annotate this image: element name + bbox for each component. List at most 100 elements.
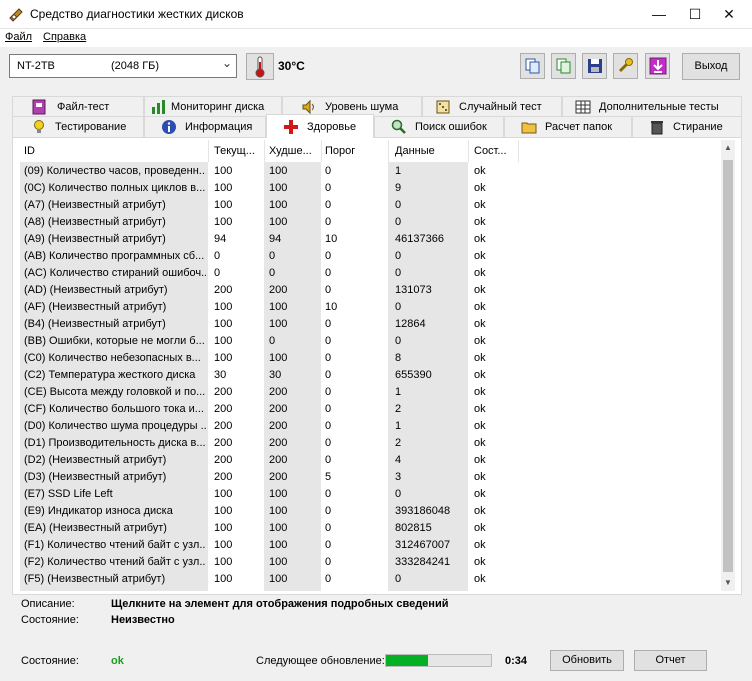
header-separator[interactable]: [468, 140, 469, 162]
cell-threshold: 0: [325, 352, 332, 364]
tab-file-test[interactable]: Файл-тест: [12, 96, 144, 117]
table-row[interactable]: (F2) Количество чтений байт с узл... 100 1…: [20, 554, 720, 571]
cell-status: ok: [474, 199, 486, 211]
cell-id: (D0) Количество шума процедуры ...: [24, 420, 206, 432]
tab-information[interactable]: Информация: [144, 116, 266, 137]
table-row[interactable]: (AD) (Неизвестный атрибут) 200 200 0 131073 o…: [20, 282, 720, 299]
tab-random-test[interactable]: Случайный тест: [422, 96, 562, 117]
cell-data: 8: [395, 352, 402, 364]
tab-label: Тестирование: [55, 121, 127, 133]
temperature-button[interactable]: [246, 53, 274, 80]
cell-threshold: 0: [325, 556, 332, 568]
table-row[interactable]: (C0) Количество небезопасных в... 100 100 0…: [20, 350, 720, 367]
table-row[interactable]: (E7) SSD Life Left 100 100 0 0 ok: [20, 486, 720, 503]
info-icon: [162, 120, 176, 134]
tab-health[interactable]: Здоровье: [266, 114, 374, 138]
tab-error-search[interactable]: Поиск ошибок: [374, 116, 504, 137]
cell-data: 0: [395, 199, 402, 211]
table-row[interactable]: (C2) Температура жесткого диска 30 30 0 6553…: [20, 367, 720, 384]
table-row[interactable]: (CE) Высота между головкой и по... 200 200…: [20, 384, 720, 401]
tab-erase[interactable]: Стирание: [632, 116, 742, 137]
cell-current: 100: [214, 199, 233, 211]
table-row[interactable]: (EA) (Неизвестный атрибут) 100 100 0 802815 o…: [20, 520, 720, 537]
cell-status: ok: [474, 301, 486, 313]
table-row[interactable]: (AF) (Неизвестный атрибут) 100 100 10 0 ok: [20, 299, 720, 316]
download-button[interactable]: [645, 53, 670, 79]
header-separator[interactable]: [388, 140, 389, 162]
tab-label: Мониторинг диска: [171, 101, 265, 113]
status-label: Состояние:: [21, 655, 79, 667]
table-row[interactable]: (A8) (Неизвестный атрибут) 100 100 0 0 ok: [20, 214, 720, 231]
smart-table[interactable]: ID Текущ... Худше... Порог Данные Сост..…: [20, 140, 735, 591]
cell-status: ok: [474, 539, 486, 551]
menu-help[interactable]: Справка: [43, 31, 86, 43]
copy-all-icon: [556, 58, 571, 74]
header-threshold[interactable]: Порог: [325, 145, 355, 157]
table-row[interactable]: (A7) (Неизвестный атрибут) 100 100 0 0 ok: [20, 197, 720, 214]
folder-icon: [521, 122, 537, 134]
copy-icon: [525, 58, 540, 74]
header-separator[interactable]: [264, 140, 265, 162]
cell-current: 30: [214, 369, 227, 381]
table-row[interactable]: (E9) Индикатор износа диска 100 100 0 393186…: [20, 503, 720, 520]
cell-id: (AD) (Неизвестный атрибут): [24, 284, 168, 296]
cell-threshold: 0: [325, 454, 332, 466]
cell-data: 0: [395, 301, 402, 313]
cell-current: 94: [214, 233, 227, 245]
table-row[interactable]: (F5) (Неизвестный атрибут) 100 100 0 0 ok: [20, 571, 720, 588]
drive-select[interactable]: NT-2TB (2048 ГБ) ⌄: [9, 54, 237, 78]
table-row[interactable]: (B4) (Неизвестный атрибут) 100 100 0 12864 ok: [20, 316, 720, 333]
header-current[interactable]: Текущ...: [214, 145, 255, 157]
cell-worst: 0: [269, 335, 276, 347]
header-separator[interactable]: [208, 140, 209, 162]
table-row[interactable]: (D1) Производительность диска в... 200 200…: [20, 435, 720, 452]
settings-button[interactable]: [613, 53, 638, 79]
copy-all-button[interactable]: [551, 53, 576, 79]
cell-current: 200: [214, 420, 233, 432]
table-row[interactable]: (D2) (Неизвестный атрибут) 200 200 0 4 ok: [20, 452, 720, 469]
vertical-scrollbar[interactable]: ▲ ▼: [721, 140, 735, 591]
header-status[interactable]: Сост...: [474, 145, 507, 157]
cell-id: (D3) (Неизвестный атрибут): [24, 471, 167, 483]
table-row[interactable]: (AB) Количество программных сб... 0 0 0 0 ok: [20, 248, 720, 265]
cell-data: 4: [395, 454, 402, 466]
description-label: Описание:: [21, 598, 75, 610]
scroll-thumb[interactable]: [723, 160, 733, 442]
table-row[interactable]: (A9) (Неизвестный атрибут) 94 94 10 46137366…: [20, 231, 720, 248]
scroll-up-icon[interactable]: ▲: [721, 140, 735, 156]
cell-worst: 200: [269, 437, 288, 449]
tab-folder-calc[interactable]: Расчет папок: [504, 116, 632, 137]
header-data[interactable]: Данные: [395, 145, 435, 157]
tab-disk-monitoring[interactable]: Мониторинг диска: [144, 96, 282, 117]
table-row[interactable]: (F1) Количество чтений байт с узл... 100 1…: [20, 537, 720, 554]
header-separator[interactable]: [321, 140, 322, 162]
table-row[interactable]: (D0) Количество шума процедуры ... 200 200…: [20, 418, 720, 435]
copy-button[interactable]: [520, 53, 545, 79]
cell-threshold: 0: [325, 539, 332, 551]
cell-worst: 200: [269, 284, 288, 296]
report-button[interactable]: Отчет: [634, 650, 707, 671]
table-row[interactable]: (0C) Количество полных циклов в... 100 100…: [20, 180, 720, 197]
close-button[interactable]: ✕: [706, 0, 752, 29]
tab-testing[interactable]: Тестирование: [12, 116, 144, 137]
refresh-button[interactable]: Обновить: [550, 650, 624, 671]
header-separator[interactable]: [518, 140, 519, 162]
scroll-track-segment[interactable]: [723, 425, 733, 572]
cell-worst: 100: [269, 318, 288, 330]
cell-id: (A9) (Неизвестный атрибут): [24, 233, 166, 245]
table-row[interactable]: (09) Количество часов, проведенн... 100 10…: [20, 163, 720, 180]
tab-extra-tests[interactable]: Дополнительные тесты: [562, 96, 742, 117]
cell-current: 0: [214, 267, 221, 279]
table-row[interactable]: (AC) Количество стираний ошибоч... 0 0 0 0 ok: [20, 265, 720, 282]
table-row[interactable]: (CF) Количество большого тока и... 200 200…: [20, 401, 720, 418]
cell-current: 200: [214, 403, 233, 415]
header-worst[interactable]: Худше...: [269, 145, 312, 157]
table-row[interactable]: (BB) Ошибки, которые не могли б... 100 0 0 0…: [20, 333, 720, 350]
header-id[interactable]: ID: [24, 145, 35, 157]
save-button[interactable]: [582, 53, 607, 79]
cell-status: ok: [474, 352, 486, 364]
menu-file[interactable]: Файл: [5, 31, 32, 43]
exit-button[interactable]: Выход: [682, 53, 740, 80]
scroll-down-icon[interactable]: ▼: [721, 575, 735, 591]
table-row[interactable]: (D3) (Неизвестный атрибут) 200 200 5 3 ok: [20, 469, 720, 486]
